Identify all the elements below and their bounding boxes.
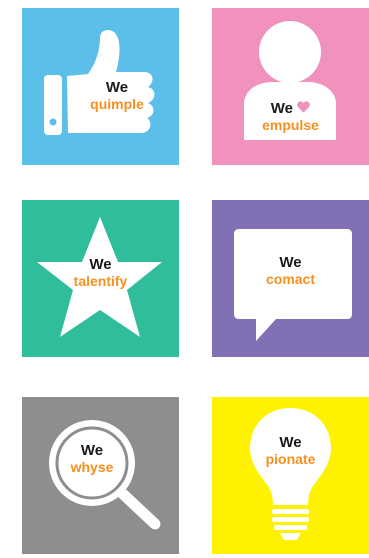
tile-quimple: We quimple — [22, 8, 179, 165]
star-icon — [37, 217, 162, 337]
thumbs-up-icon — [44, 30, 155, 135]
tile-empulse: We empulse — [212, 8, 369, 165]
lightbulb-icon — [250, 408, 331, 540]
tile-comact: We comact — [212, 200, 369, 357]
magnifier-icon — [49, 420, 161, 530]
tile-whyse: We whyse — [22, 397, 179, 554]
person-icon — [244, 21, 336, 140]
tile-talentify: We talentify — [22, 200, 179, 357]
speech-bubble-icon — [234, 229, 352, 341]
tile-pionate: We pionate — [212, 397, 369, 554]
